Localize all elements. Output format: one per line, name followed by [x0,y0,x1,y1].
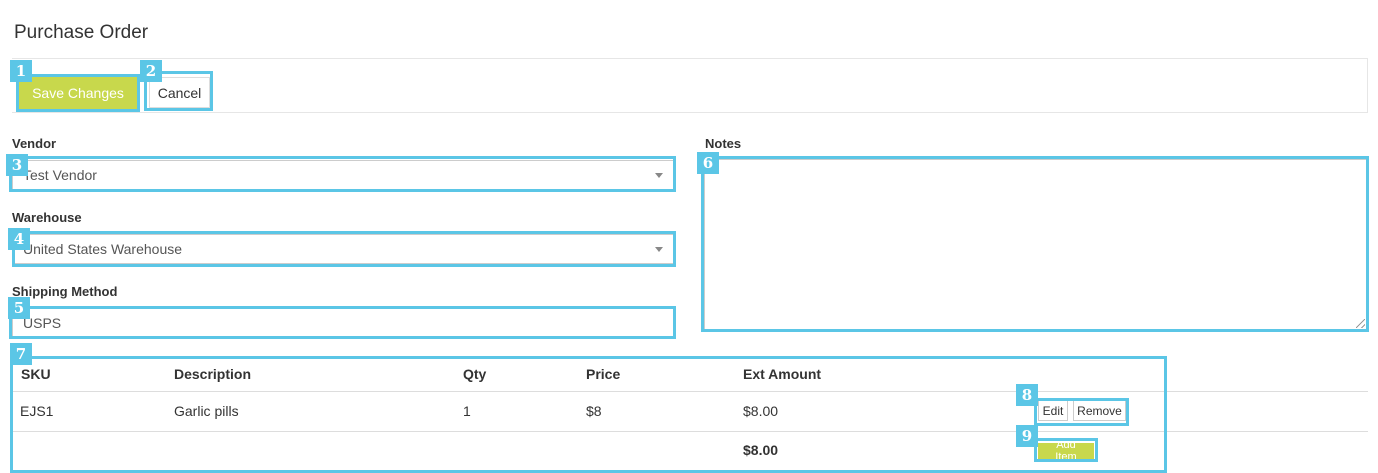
column-header-description: Description [174,366,252,382]
table-row-divider [12,431,1368,432]
vendor-value: Test Vendor [23,167,97,183]
cell-description: Garlic pills [174,403,239,419]
toolbar-right-border [1367,58,1368,113]
save-button[interactable]: Save Changes [19,77,137,109]
warehouse-label: Warehouse [12,210,82,225]
column-header-ext-amount: Ext Amount [743,366,822,382]
notes-textarea[interactable] [704,159,1368,331]
cell-qty: 1 [463,403,471,419]
column-header-sku: SKU [21,366,51,382]
cell-sku: EJS1 [20,403,54,419]
chevron-down-icon [655,173,663,178]
toolbar-bottom-border [12,112,1368,113]
annotation-badge: 8 [1016,384,1038,406]
warehouse-value: United States Warehouse [23,241,183,257]
table-total: $8.00 [743,442,779,458]
cell-price: $8 [586,403,602,419]
page-title: Purchase Order [14,22,149,43]
remove-button[interactable]: Remove [1073,400,1126,421]
annotation-badge: 1 [10,60,32,82]
vendor-select[interactable]: Test Vendor [12,160,674,190]
edit-button[interactable]: Edit [1038,400,1068,421]
warehouse-select[interactable]: United States Warehouse [12,234,674,264]
notes-label: Notes [705,136,742,151]
cell-ext-amount: $8.00 [743,403,779,419]
add-item-button[interactable]: Add Item [1038,439,1094,463]
table-row: EJS1 Garlic pills 1 $8 $8.00 Edit Remove [12,392,1368,431]
annotation-badge: 7 [10,343,32,365]
annotation-badge: 6 [697,152,719,174]
resize-handle-icon[interactable] [1356,319,1365,328]
chevron-down-icon [655,247,663,252]
vendor-label: Vendor [12,136,57,151]
annotation-badge: 9 [1016,425,1038,447]
items-table: SKU Description Qty Price Ext Amount EJS… [12,356,1368,473]
column-header-qty: Qty [463,366,487,382]
column-header-price: Price [586,366,621,382]
annotation-badge: 3 [6,154,28,176]
annotation-badge: 5 [8,297,30,319]
annotation-badge: 2 [140,60,162,82]
shipping-method-input[interactable]: USPS [12,308,674,338]
annotation-badge: 4 [8,228,30,250]
toolbar-top-border [12,58,1368,59]
